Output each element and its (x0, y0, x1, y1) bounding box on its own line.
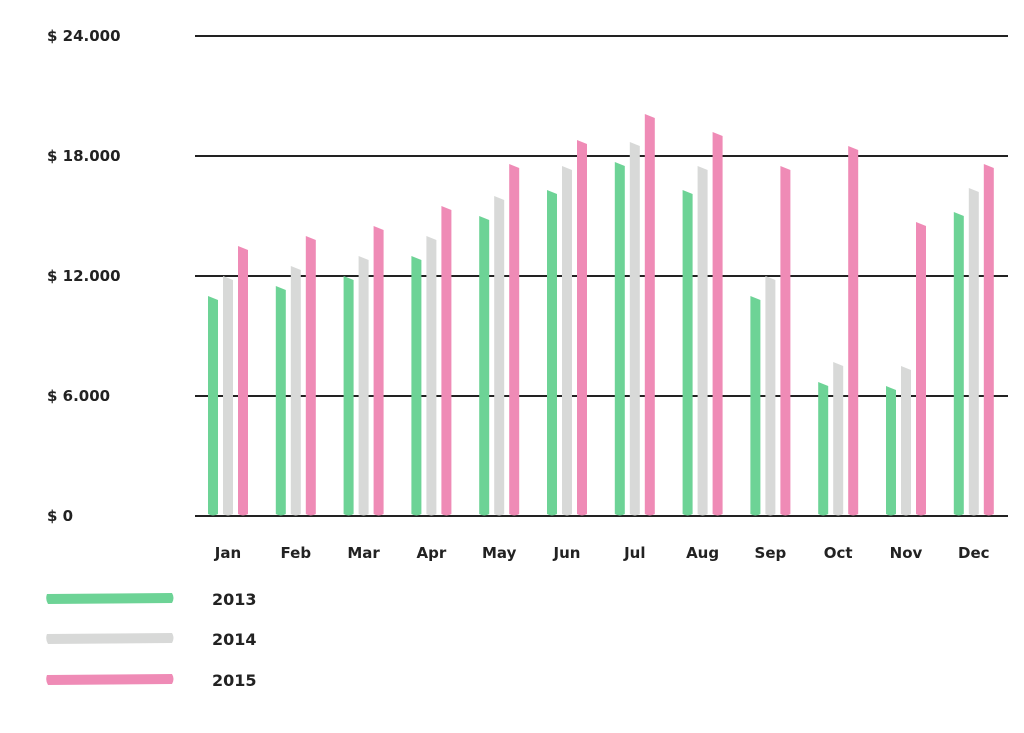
bar-2015-feb (305, 236, 316, 516)
bar-2013-mar (343, 276, 354, 516)
bar-2015-jun (577, 140, 587, 516)
y-tick-label: $ 6.000 (47, 387, 110, 405)
bar-2013-oct (818, 382, 829, 516)
bar-2014-oct (833, 362, 844, 516)
y-tick-label: $ 24.000 (47, 27, 121, 45)
x-tick-label-feb: Feb (281, 544, 312, 562)
legend-swatch-2013 (46, 593, 174, 604)
bar-2013-nov (886, 386, 896, 516)
bar-2015-jul (644, 114, 655, 516)
bar-2013-jun (547, 190, 557, 516)
legend-label-2013: 2013 (212, 590, 257, 609)
bar-2014-aug (697, 166, 708, 516)
x-tick-label-apr: Apr (417, 544, 447, 562)
y-tick-label: $ 18.000 (47, 147, 121, 165)
bar-2015-aug (712, 132, 723, 516)
y-axis-tick-labels: $ 0 $ 6.000 $ 12.000 $ 18.000 $ 24.000 (47, 27, 121, 525)
bar-2013-jul (614, 162, 625, 516)
bar-2015-sep (780, 166, 791, 516)
bar-chart: $ 0 $ 6.000 $ 12.000 $ 18.000 $ 24.000 Jan Fe… (46, 27, 1008, 690)
x-tick-label-jul: Jul (623, 544, 645, 562)
bar-2013-sep (750, 296, 761, 516)
legend-label-2014: 2014 (212, 630, 257, 649)
bar-2013-aug (682, 190, 693, 516)
bar-2015-apr (441, 206, 452, 516)
legend-label-2015: 2015 (212, 671, 257, 690)
y-tick-label: $ 0 (47, 507, 73, 525)
bar-2014-nov (901, 366, 911, 516)
x-tick-label-dec: Dec (958, 544, 990, 562)
bar-2014-jan (223, 276, 233, 516)
x-tick-label-nov: Nov (890, 544, 923, 562)
legend-swatch-2015 (46, 674, 174, 685)
bar-2013-jan (208, 296, 218, 516)
bar-2015-mar (373, 226, 384, 516)
bars (208, 114, 994, 516)
bar-2014-sep (765, 276, 776, 516)
x-tick-label-sep: Sep (755, 544, 787, 562)
bar-2014-apr (426, 236, 437, 516)
x-tick-label-aug: Aug (686, 544, 719, 562)
x-tick-label-jan: Jan (214, 544, 241, 562)
bar-2014-dec (968, 188, 979, 516)
bar-2015-jan (238, 246, 248, 516)
x-axis-tick-labels: Jan Feb Mar Apr May Jun Jul Aug Sep Oct Nov Dec (214, 544, 990, 562)
y-tick-label: $ 12.000 (47, 267, 121, 285)
bar-2015-nov (916, 222, 926, 516)
bar-2015-dec (983, 164, 994, 516)
bar-2013-may (479, 216, 490, 516)
bar-2015-oct (848, 146, 859, 516)
bar-2014-mar (358, 256, 369, 516)
bar-2014-jun (562, 166, 572, 516)
x-tick-label-oct: Oct (824, 544, 853, 562)
bar-2014-jul (629, 142, 640, 516)
bar-2013-apr (411, 256, 422, 516)
bar-2014-feb (290, 266, 301, 516)
x-tick-label-jun: Jun (553, 544, 581, 562)
bar-2014-may (494, 196, 505, 516)
legend-swatch-2014 (46, 633, 174, 644)
x-tick-label-mar: Mar (347, 544, 380, 562)
legend: 2013 2014 2015 (46, 590, 257, 690)
x-tick-label-may: May (482, 544, 517, 562)
bar-2013-dec (953, 212, 964, 516)
bar-2015-may (509, 164, 520, 516)
bar-2013-feb (275, 286, 286, 516)
